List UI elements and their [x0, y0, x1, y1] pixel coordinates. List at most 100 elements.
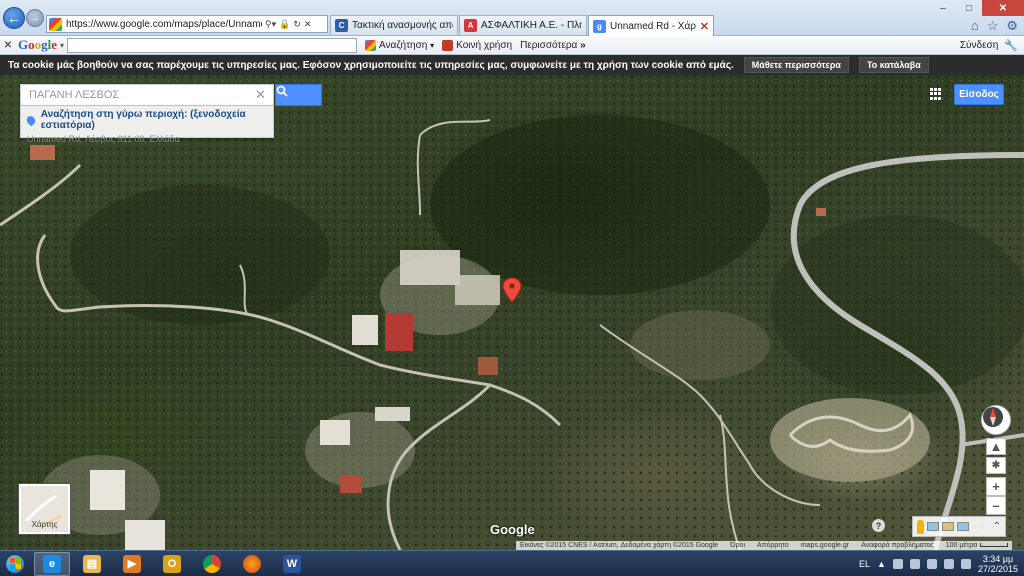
- search-icon: [276, 85, 288, 97]
- tab-label: Τακτική ανασμονής απο τον Ο...: [352, 20, 453, 31]
- domain-link[interactable]: maps.google.gr: [801, 542, 849, 549]
- favorites-star-icon[interactable]: ☆: [987, 18, 999, 34]
- back-button[interactable]: ←: [3, 7, 25, 29]
- tray-expand-icon[interactable]: ▲: [877, 559, 886, 569]
- internet-explorer-icon: e: [43, 554, 61, 573]
- map-search-button[interactable]: [275, 84, 322, 106]
- network-icon[interactable]: [943, 558, 954, 569]
- windows-logo-icon: [5, 553, 25, 574]
- taskbar-outlook[interactable]: O: [154, 552, 190, 576]
- outlook-icon: O: [163, 554, 181, 573]
- pegman-icon[interactable]: [917, 519, 924, 534]
- tray-app-icon[interactable]: [892, 558, 903, 569]
- toolbar-close-icon[interactable]: ✕: [0, 40, 16, 51]
- imagery-thumbnail[interactable]: [957, 522, 969, 531]
- tab-label: Unnamed Rd - Χάρτες Goo...: [610, 20, 696, 32]
- plus-icon: +: [992, 479, 1000, 494]
- google-toolbar: ✕ Google ▾ Αναζήτηση ▾ Κοινή χρήση Περισ…: [0, 36, 1024, 55]
- clock-time: 3:34 μμ: [982, 553, 1014, 564]
- wrench-icon[interactable]: 🔧: [1004, 39, 1018, 52]
- help-icon[interactable]: ?: [872, 519, 885, 532]
- tab-1[interactable]: C Τακτική ανασμονής απο τον Ο...: [330, 15, 458, 35]
- forward-button[interactable]: →: [26, 9, 44, 27]
- taskbar-media-player[interactable]: ▶: [114, 552, 150, 576]
- imagery-strip[interactable]: ⌃: [912, 516, 1006, 537]
- nearby-search-link[interactable]: Αναζήτηση στη γύρω περιοχή: (ξενοδοχεία …: [24, 109, 267, 131]
- scale-indicator[interactable]: 100 μέτρα: [946, 542, 1009, 549]
- address-bar[interactable]: https://www.google.com/maps/place/Unname…: [46, 15, 328, 33]
- home-icon[interactable]: ⌂: [971, 18, 979, 34]
- site-favicon-icon: C: [335, 19, 348, 32]
- toolbar-search-input[interactable]: [67, 37, 358, 53]
- toolbar-share-button[interactable]: Κοινή χρήση: [442, 39, 513, 51]
- settings-gear-icon[interactable]: ⚙: [1006, 18, 1018, 34]
- search-dropdown-icon[interactable]: ⚲▾: [265, 19, 276, 30]
- forest-patch: [70, 185, 330, 325]
- map-view-toggle[interactable]: Χάρτης: [19, 484, 70, 534]
- red-roof-building: [385, 313, 413, 351]
- taskbar-chrome[interactable]: [194, 552, 230, 576]
- privacy-link[interactable]: Απόρρητο: [757, 542, 789, 549]
- building: [30, 145, 55, 160]
- building: [816, 208, 826, 216]
- tab-close-icon[interactable]: ✕: [696, 20, 709, 33]
- google-favicon-icon: [49, 17, 62, 31]
- learn-more-button[interactable]: Μάθετε περισσότερα: [743, 57, 849, 73]
- report-problem-link[interactable]: Αναφορά προβλήματος: [861, 542, 934, 549]
- toolbar-more-button[interactable]: Περισσότερα »: [520, 40, 586, 51]
- lock-icon[interactable]: 🔒: [279, 19, 290, 30]
- tray-app-icon[interactable]: [909, 558, 920, 569]
- url-text[interactable]: https://www.google.com/maps/place/Unname…: [66, 19, 262, 30]
- volume-icon[interactable]: [960, 558, 971, 569]
- tilt-icon: ▲: [989, 439, 1003, 454]
- rotate-button[interactable]: ✱: [986, 457, 1006, 474]
- logo-dropdown-icon[interactable]: ▾: [60, 41, 64, 50]
- apps-grid-icon[interactable]: [930, 88, 942, 100]
- zoom-out-button[interactable]: –: [986, 496, 1006, 515]
- building: [90, 470, 125, 510]
- taskbar-file-explorer[interactable]: ▤: [74, 552, 110, 576]
- close-window-button[interactable]: ✕: [982, 0, 1024, 16]
- tab-2[interactable]: A ΑΣΦΑΛΤΙΚΗ Α.Ε. - Πληροφορί...: [459, 15, 587, 35]
- tab-label: ΑΣΦΑΛΤΙΚΗ Α.Ε. - Πληροφορί...: [481, 20, 582, 31]
- compass-control[interactable]: [981, 405, 1011, 435]
- toolbar-login-link[interactable]: Σύνδεση: [960, 40, 998, 51]
- building: [375, 407, 410, 421]
- taskbar-word[interactable]: W: [274, 552, 310, 576]
- zoom-in-button[interactable]: +: [986, 477, 1006, 496]
- maximize-button[interactable]: □: [956, 0, 982, 16]
- refresh-icon[interactable]: ↻: [293, 19, 301, 30]
- toolbar-search-button[interactable]: Αναζήτηση ▾: [365, 39, 434, 51]
- minimize-button[interactable]: –: [930, 0, 956, 16]
- taskbar-firefox[interactable]: [234, 552, 270, 576]
- toolbar-more-label: Περισσότερα: [520, 39, 578, 51]
- bare-ground-patch: [630, 310, 770, 380]
- toolbar-share-label: Κοινή χρήση: [456, 39, 513, 51]
- tab-3-active[interactable]: g Unnamed Rd - Χάρτες Goo... ✕: [588, 15, 714, 36]
- expand-caret-icon[interactable]: ⌃: [993, 521, 1001, 532]
- minus-icon: –: [992, 498, 1000, 513]
- building: [455, 275, 500, 305]
- minimize-icon: –: [940, 2, 946, 14]
- imagery-thumbnail[interactable]: [942, 522, 954, 531]
- got-it-button[interactable]: Το κατάλαβα: [858, 57, 929, 73]
- taskbar-internet-explorer[interactable]: e: [34, 551, 70, 576]
- tray-app-icon[interactable]: [926, 558, 937, 569]
- browser-titlebar: ← → https://www.google.com/maps/place/Un…: [0, 0, 1024, 36]
- building: [125, 520, 165, 550]
- map-attribution-bar: Εικόνες ©2015 CNES / Astrium, Δεδομένα χ…: [516, 541, 1013, 550]
- satellite-map[interactable]: ✕ Αναζήτηση στη γύρω περιοχή: (ξενοδοχεί…: [0, 75, 1024, 550]
- imagery-thumbnail[interactable]: [927, 522, 939, 531]
- map-search-input[interactable]: [29, 89, 255, 101]
- google-toolbar-logo: Google: [18, 37, 58, 52]
- search-suggestion-panel: Αναζήτηση στη γύρω περιοχή: (ξενοδοχεία …: [20, 106, 274, 144]
- terms-link[interactable]: Όροι: [730, 542, 745, 549]
- tilt-button[interactable]: ▲: [986, 438, 1006, 455]
- sign-in-button[interactable]: Είσοδος: [954, 84, 1004, 105]
- stop-icon[interactable]: ✕: [304, 19, 312, 30]
- start-button[interactable]: [0, 551, 30, 576]
- clear-search-icon[interactable]: ✕: [255, 87, 266, 103]
- language-indicator[interactable]: EL: [859, 559, 870, 569]
- taskbar-clock[interactable]: 3:34 μμ 27/2/2015: [978, 554, 1018, 574]
- map-search-box[interactable]: ✕: [20, 84, 274, 106]
